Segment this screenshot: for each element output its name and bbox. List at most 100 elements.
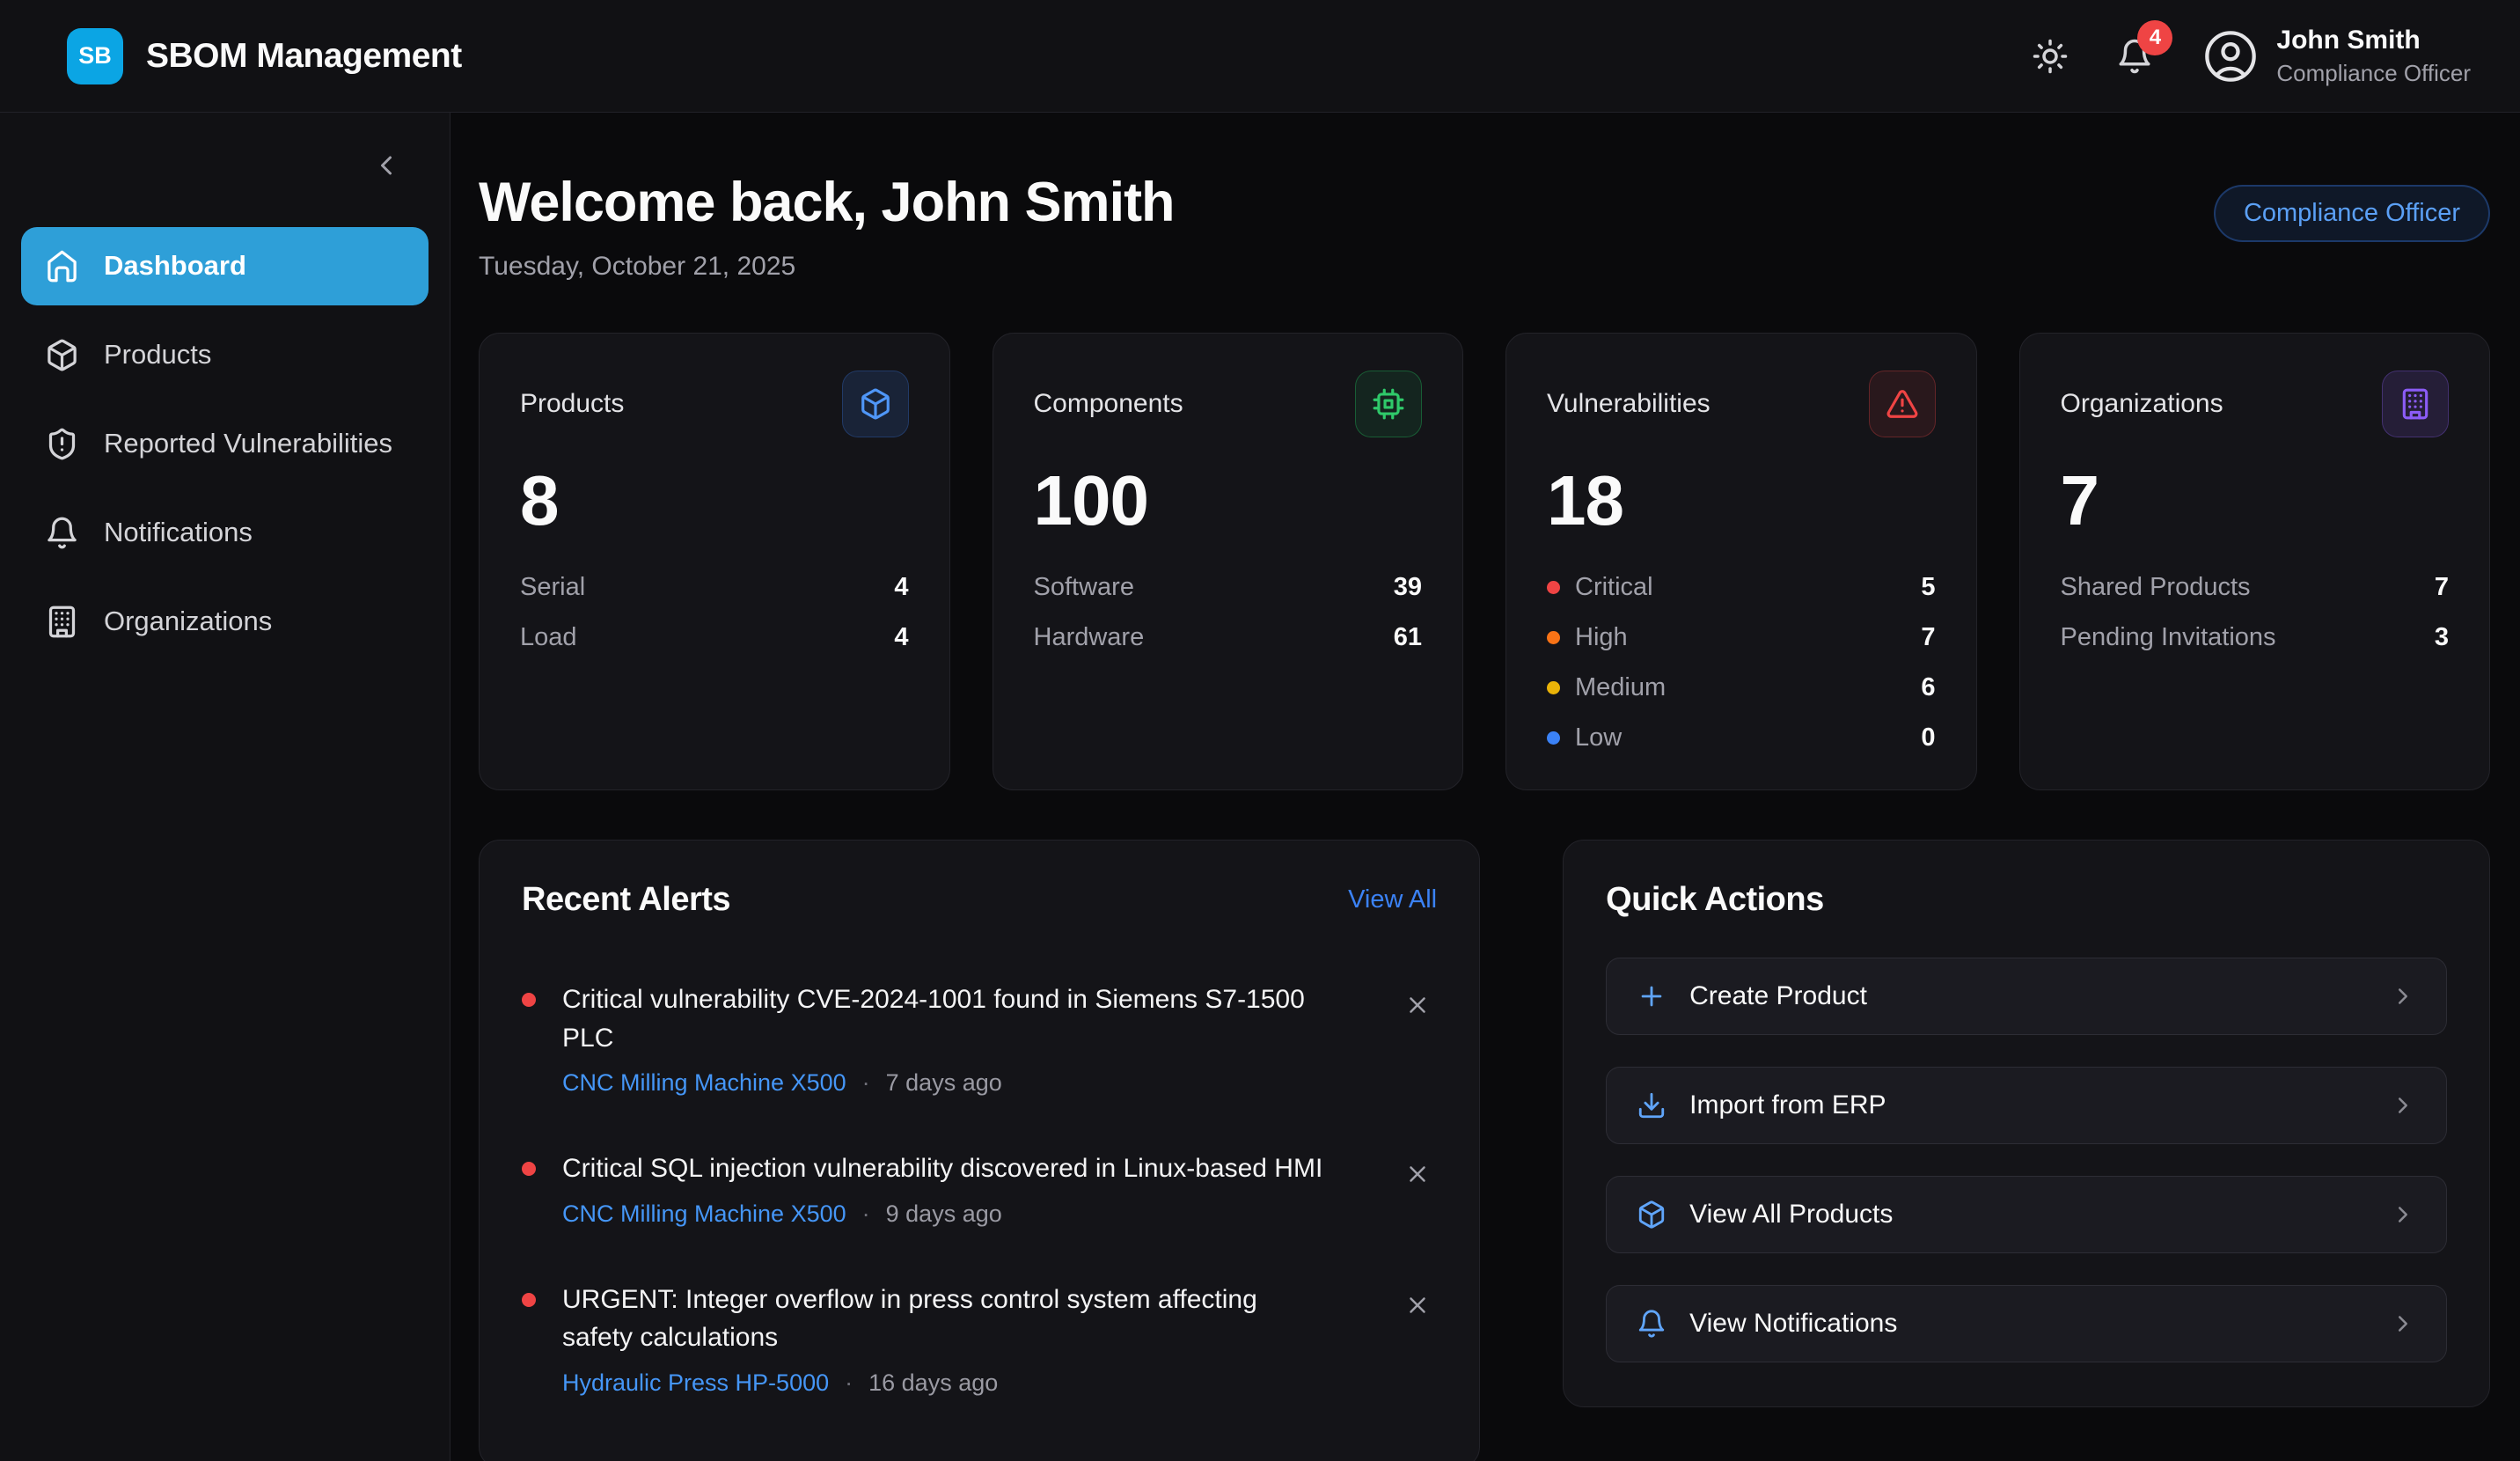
alert-item: Critical vulnerability CVE-2024-1001 fou… bbox=[522, 954, 1437, 1123]
alert-title: Critical SQL injection vulnerability dis… bbox=[562, 1149, 1328, 1188]
stat-row-value: 7 bbox=[1921, 623, 1935, 652]
alert-product-link[interactable]: CNC Milling Machine X500 bbox=[562, 1200, 846, 1228]
sidebar-item-notifications[interactable]: Notifications bbox=[21, 494, 429, 572]
quick-actions-panel: Quick Actions Create Product bbox=[1563, 840, 2490, 1407]
chevron-right-icon bbox=[2390, 1092, 2416, 1119]
alert-severity-dot bbox=[522, 993, 536, 1007]
stat-row-value: 39 bbox=[1394, 573, 1422, 602]
stat-label: Vulnerabilities bbox=[1547, 389, 1711, 419]
quick-action-label: View Notifications bbox=[1689, 1309, 2367, 1339]
stat-row: Low 0 bbox=[1547, 723, 1936, 753]
user-menu[interactable]: John Smith Compliance Officer bbox=[2202, 26, 2471, 87]
create-product-button[interactable]: Create Product bbox=[1606, 958, 2447, 1035]
view-all-products-button[interactable]: View All Products bbox=[1606, 1176, 2447, 1253]
stat-row-value: 4 bbox=[894, 623, 908, 652]
warning-triangle-icon bbox=[1869, 371, 1936, 437]
download-icon bbox=[1637, 1090, 1667, 1120]
shield-alert-icon bbox=[45, 427, 79, 461]
package-icon bbox=[45, 338, 79, 372]
sidebar-item-dashboard[interactable]: Dashboard bbox=[21, 227, 429, 305]
alert-item: URGENT: Integer overflow in press contro… bbox=[522, 1254, 1437, 1423]
stat-value: 8 bbox=[520, 460, 909, 541]
stat-row-label: Software bbox=[1034, 573, 1134, 602]
cpu-icon bbox=[1355, 371, 1422, 437]
severity-dot bbox=[1547, 631, 1560, 644]
dismiss-alert-button[interactable] bbox=[1398, 986, 1437, 1024]
alert-product-link[interactable]: CNC Milling Machine X500 bbox=[562, 1069, 846, 1097]
recent-alerts-panel: Recent Alerts View All Critical vulnerab… bbox=[479, 840, 1480, 1461]
stat-row-value: 7 bbox=[2435, 573, 2449, 602]
stat-row: Medium 6 bbox=[1547, 673, 1936, 702]
chevron-right-icon bbox=[2390, 1310, 2416, 1337]
import-from-erp-button[interactable]: Import from ERP bbox=[1606, 1067, 2447, 1144]
sidebar-item-reported-vulnerabilities[interactable]: Reported Vulnerabilities bbox=[21, 405, 429, 483]
user-name: John Smith bbox=[2276, 26, 2471, 55]
stat-row: Pending Invitations 3 bbox=[2061, 623, 2450, 652]
stat-card-components: Components 100 Software 39 Hardware 61 bbox=[993, 333, 1464, 790]
sidebar-item-label: Products bbox=[104, 338, 211, 372]
stat-value: 7 bbox=[2061, 460, 2450, 541]
app-header: SB SBOM Management 4 John Smith Complian… bbox=[0, 0, 2520, 113]
stat-card-organizations: Organizations 7 Shared Products 7 Pendin… bbox=[2019, 333, 2491, 790]
sidebar-item-label: Organizations bbox=[104, 605, 272, 639]
stat-row: Software 39 bbox=[1034, 573, 1423, 602]
sun-icon bbox=[2032, 38, 2069, 75]
stat-label: Products bbox=[520, 389, 624, 419]
view-notifications-button[interactable]: View Notifications bbox=[1606, 1285, 2447, 1362]
role-badge: Compliance Officer bbox=[2214, 185, 2490, 242]
stat-row: Serial 4 bbox=[520, 573, 909, 602]
user-role: Compliance Officer bbox=[2276, 60, 2471, 87]
stat-row-value: 61 bbox=[1394, 623, 1422, 652]
alert-time: 7 days ago bbox=[886, 1069, 1002, 1097]
alert-title: URGENT: Integer overflow in press contro… bbox=[562, 1281, 1328, 1357]
notification-badge: 4 bbox=[2137, 20, 2172, 55]
user-info: John Smith Compliance Officer bbox=[2276, 26, 2471, 87]
sidebar-nav: Dashboard Products Reported Vulnerabilit… bbox=[21, 227, 429, 661]
stat-card-vulnerabilities: Vulnerabilities 18 Critical 5 High 7 bbox=[1505, 333, 1977, 790]
sidebar-item-products[interactable]: Products bbox=[21, 316, 429, 394]
stat-value: 18 bbox=[1547, 460, 1936, 541]
recent-alerts-title: Recent Alerts bbox=[522, 881, 730, 919]
meta-separator: · bbox=[845, 1369, 853, 1397]
alert-severity-dot bbox=[522, 1162, 536, 1176]
alert-severity-dot bbox=[522, 1293, 536, 1307]
sidebar-collapse-button[interactable] bbox=[363, 143, 409, 188]
quick-action-label: View All Products bbox=[1689, 1200, 2367, 1230]
sidebar-item-organizations[interactable]: Organizations bbox=[21, 583, 429, 661]
alert-time: 16 days ago bbox=[868, 1369, 998, 1397]
stat-row-value: 3 bbox=[2435, 623, 2449, 652]
plus-icon bbox=[1637, 981, 1667, 1011]
alert-item: Critical SQL injection vulnerability dis… bbox=[522, 1123, 1437, 1254]
stat-label: Organizations bbox=[2061, 389, 2223, 419]
notifications-button[interactable]: 4 bbox=[2104, 26, 2165, 87]
stat-row-label: Pending Invitations bbox=[2061, 623, 2276, 652]
quick-actions-list: Create Product Import from ERP bbox=[1606, 958, 2447, 1362]
stat-row-value: 5 bbox=[1921, 573, 1935, 602]
stat-card-products: Products 8 Serial 4 Load 4 bbox=[479, 333, 950, 790]
package-icon bbox=[842, 371, 909, 437]
stat-row-label: Low bbox=[1575, 723, 1622, 753]
dismiss-alert-button[interactable] bbox=[1398, 1155, 1437, 1193]
theme-toggle-button[interactable] bbox=[2019, 26, 2081, 87]
stat-label: Components bbox=[1034, 389, 1183, 419]
stat-row: Shared Products 7 bbox=[2061, 573, 2450, 602]
stat-row-label: Serial bbox=[520, 573, 585, 602]
stat-row-label: Critical bbox=[1575, 573, 1653, 602]
dismiss-alert-button[interactable] bbox=[1398, 1286, 1437, 1325]
stat-row: Load 4 bbox=[520, 623, 909, 652]
header-actions: 4 John Smith Compliance Officer bbox=[2019, 26, 2471, 87]
avatar bbox=[2202, 28, 2259, 84]
package-icon bbox=[1637, 1200, 1667, 1230]
alerts-list: Critical vulnerability CVE-2024-1001 fou… bbox=[522, 954, 1437, 1423]
building-icon bbox=[2382, 371, 2449, 437]
close-icon bbox=[1404, 1292, 1431, 1318]
sidebar-item-label: Notifications bbox=[104, 516, 253, 550]
quick-action-label: Import from ERP bbox=[1689, 1090, 2367, 1120]
brand: SB SBOM Management bbox=[67, 28, 462, 84]
alert-product-link[interactable]: Hydraulic Press HP-5000 bbox=[562, 1369, 829, 1397]
view-all-link[interactable]: View All bbox=[1348, 885, 1437, 914]
stat-row-label: Hardware bbox=[1034, 623, 1145, 652]
welcome-block: Welcome back, John Smith Tuesday, Octobe… bbox=[479, 171, 1175, 282]
meta-separator: · bbox=[862, 1069, 870, 1097]
sidebar: Dashboard Products Reported Vulnerabilit… bbox=[0, 113, 451, 1461]
